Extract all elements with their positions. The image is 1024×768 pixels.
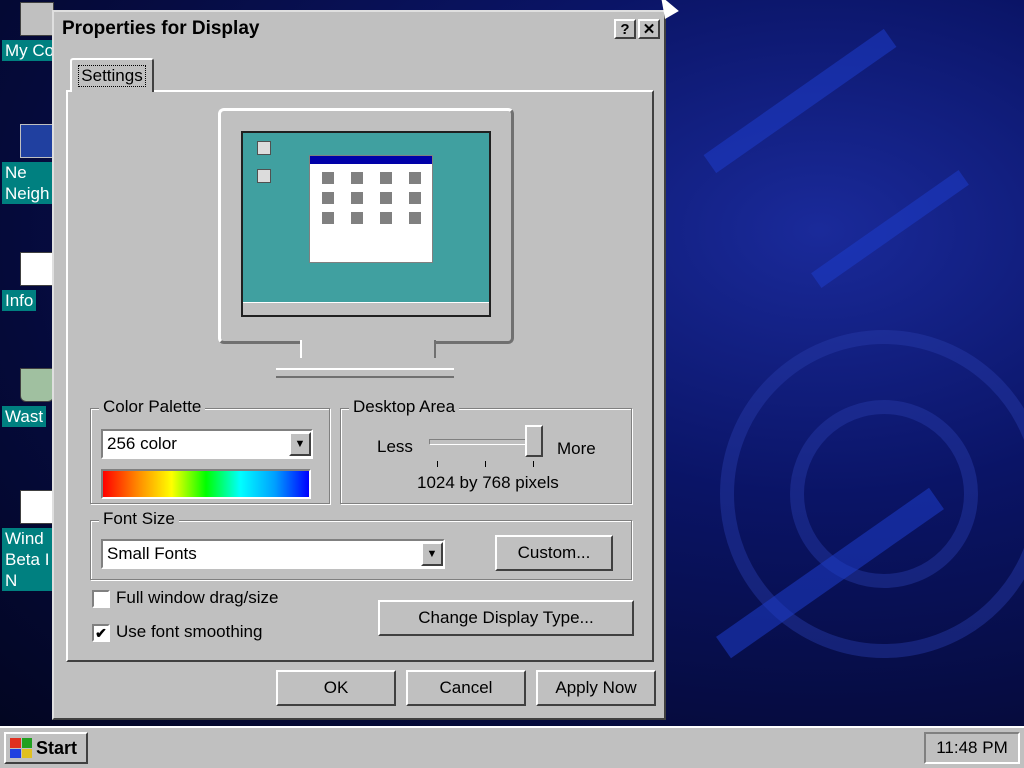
help-button[interactable]: ? — [614, 19, 636, 39]
tab-settings[interactable]: Settings — [70, 58, 154, 92]
font-size-value: Small Fonts — [107, 544, 197, 563]
display-properties-window: Properties for Display ? ✕ Settings Colo… — [52, 10, 666, 720]
color-palette-value: 256 color — [107, 434, 177, 453]
font-smoothing-label[interactable]: Use font smoothing — [116, 622, 262, 642]
font-size-group: Font Size Small Fonts ▼ Custom... — [90, 509, 632, 580]
mini-window — [309, 155, 433, 263]
full-window-drag-label[interactable]: Full window drag/size — [116, 588, 279, 608]
apply-now-button[interactable]: Apply Now — [536, 670, 656, 706]
desktop-icon-label: My Co — [2, 40, 58, 61]
slider-tick — [437, 461, 438, 467]
mini-desktop-icon — [257, 169, 271, 183]
tab-settings-label: Settings — [78, 65, 146, 87]
full-window-drag-checkbox[interactable] — [92, 590, 110, 608]
mini-taskbar — [243, 302, 489, 315]
font-size-select[interactable]: Small Fonts ▼ — [101, 539, 445, 569]
chevron-down-icon[interactable]: ▼ — [289, 432, 311, 456]
info-icon — [20, 252, 54, 286]
document-shortcut-icon — [20, 490, 54, 524]
font-smoothing-checkbox[interactable]: ✔ — [92, 624, 110, 642]
mini-window-titlebar — [310, 156, 432, 164]
custom-font-button[interactable]: Custom... — [495, 535, 613, 571]
color-palette-legend: Color Palette — [99, 397, 206, 417]
mini-desktop-icon — [257, 141, 271, 155]
desktop-icon-label: Wast — [2, 406, 47, 427]
monitor-stand-base — [276, 368, 454, 378]
network-icon — [20, 124, 54, 158]
monitor-preview — [218, 108, 514, 344]
taskbar: Start 11:48 PM — [0, 726, 1024, 768]
change-display-type-button[interactable]: Change Display Type... — [378, 600, 634, 636]
wallpaper-stripe — [703, 28, 897, 174]
start-button[interactable]: Start — [4, 732, 88, 764]
title-bar[interactable]: Properties for Display ? ✕ — [56, 14, 662, 44]
wallpaper-stripe — [811, 170, 969, 288]
ok-button[interactable]: OK — [276, 670, 396, 706]
resolution-value: 1024 by 768 pixels — [417, 473, 559, 492]
color-spectrum-bar — [101, 469, 311, 499]
cancel-button[interactable]: Cancel — [406, 670, 526, 706]
mini-window-icons — [310, 164, 432, 232]
window-title: Properties for Display — [62, 18, 260, 39]
computer-icon — [20, 2, 54, 36]
wallpaper-ring — [790, 400, 978, 588]
resolution-slider-thumb[interactable] — [525, 425, 543, 457]
slider-tick — [533, 461, 534, 467]
start-label: Start — [36, 737, 78, 758]
desktop-area-legend: Desktop Area — [349, 397, 460, 417]
desktop-area-group: Desktop Area Less More 1024 by 768 pixel… — [340, 397, 632, 504]
color-palette-group: Color Palette 256 color ▼ — [90, 397, 330, 504]
color-palette-select[interactable]: 256 color ▼ — [101, 429, 313, 459]
slider-less-label: Less — [377, 437, 413, 456]
close-button[interactable]: ✕ — [638, 19, 660, 39]
wastebasket-icon — [20, 368, 54, 402]
monitor-stand-neck — [300, 340, 436, 358]
monitor-screen — [241, 131, 491, 317]
windows-logo-icon — [10, 738, 32, 758]
chevron-down-icon[interactable]: ▼ — [421, 542, 443, 566]
slider-tick — [485, 461, 486, 467]
desktop-icon-label: Info — [2, 290, 37, 311]
font-size-legend: Font Size — [99, 509, 179, 529]
system-tray-clock[interactable]: 11:48 PM — [924, 732, 1020, 764]
clock-text: 11:48 PM — [936, 738, 1008, 757]
slider-more-label: More — [557, 439, 596, 458]
